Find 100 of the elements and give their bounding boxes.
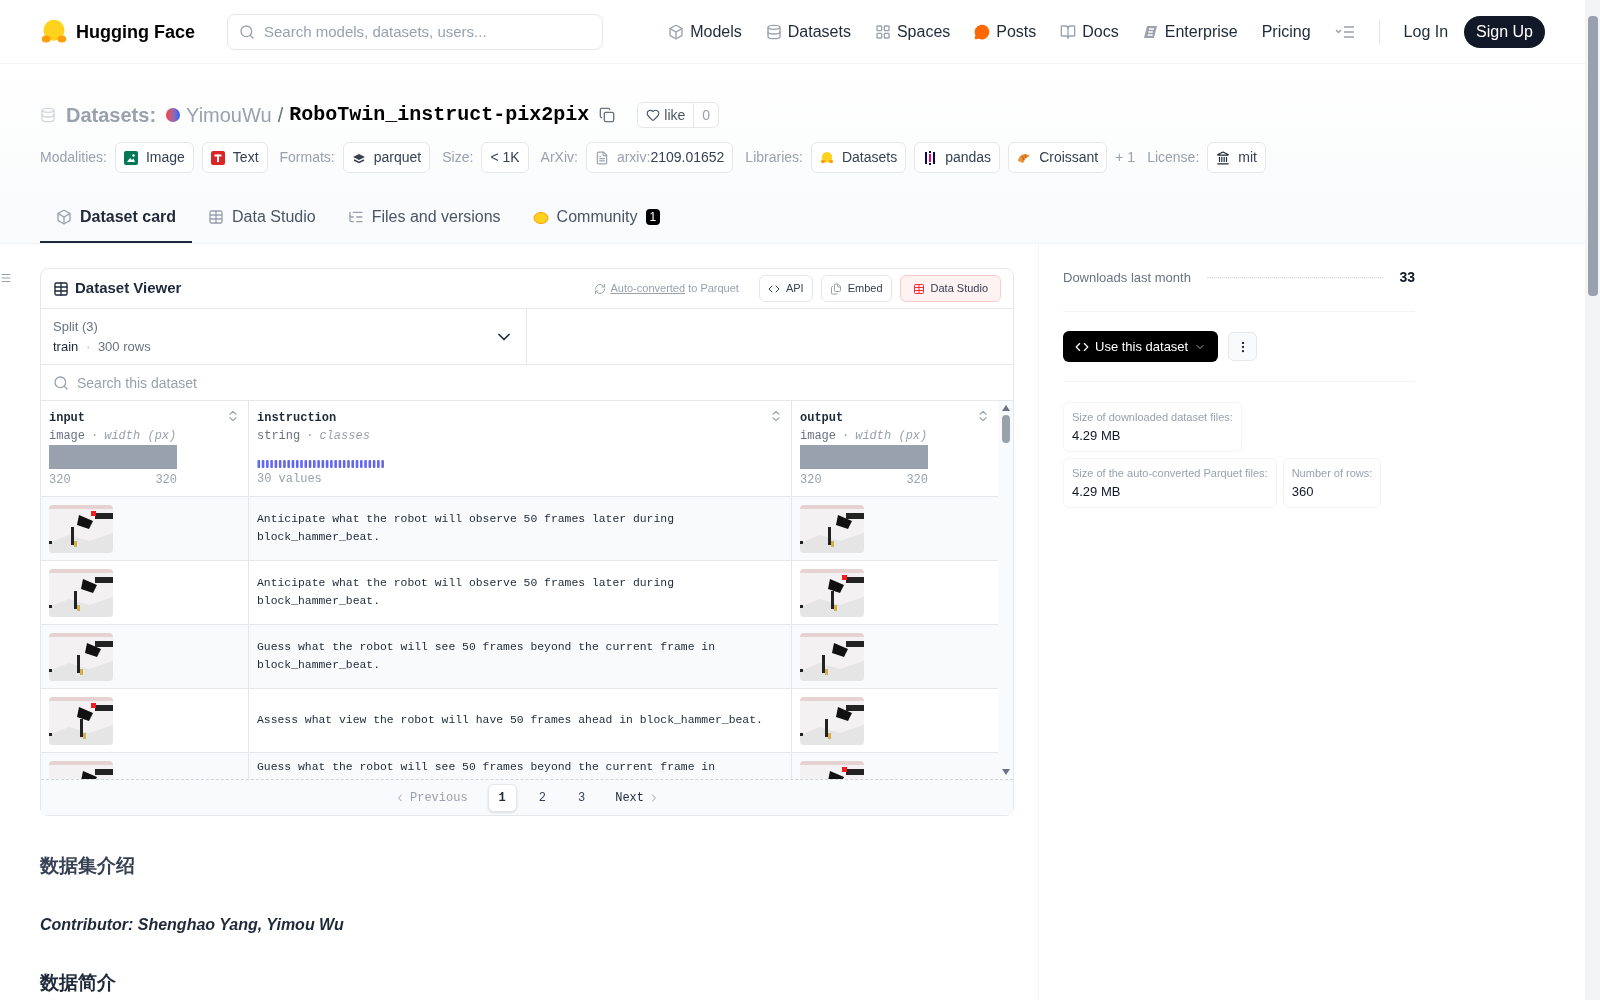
downloads-count: 33 bbox=[1399, 268, 1415, 287]
tag-chip[interactable]: Datasets bbox=[810, 142, 907, 173]
stat-card: Number of rows: 360 bbox=[1282, 458, 1382, 508]
viewer-button[interactable]: API bbox=[758, 275, 813, 302]
document-icon bbox=[594, 150, 609, 165]
menu-icon[interactable] bbox=[1334, 23, 1355, 40]
viewer-button[interactable]: Data Studio bbox=[899, 275, 1001, 302]
image-icon bbox=[123, 150, 138, 165]
column-type: string bbox=[257, 428, 301, 445]
menu-icon[interactable] bbox=[0, 272, 12, 284]
cube-icon bbox=[668, 23, 685, 40]
max-value: 320 bbox=[906, 472, 928, 489]
heart-icon bbox=[646, 108, 661, 122]
nav-link[interactable]: Spaces bbox=[874, 19, 951, 44]
tag-chip[interactable]: mit bbox=[1207, 142, 1266, 173]
search-icon bbox=[239, 23, 255, 40]
nav-link[interactable]: Posts bbox=[974, 19, 1037, 44]
nav-link[interactable]: Docs bbox=[1060, 19, 1119, 44]
scroll-thumb[interactable] bbox=[1587, 16, 1598, 296]
downloads-label: Downloads last month bbox=[1063, 268, 1191, 287]
nav-link[interactable]: Pricing bbox=[1261, 19, 1311, 44]
cube-icon bbox=[56, 209, 72, 225]
table-cell-text: Anticipate what the robot will observe 50 frames later during block_hammer_beat. bbox=[257, 512, 675, 545]
scroll-thumb[interactable] bbox=[1001, 415, 1010, 443]
column-name: input bbox=[49, 410, 85, 427]
page-button[interactable]: 2 bbox=[528, 784, 556, 811]
nav-link[interactable]: Datasets bbox=[765, 19, 851, 44]
column-type: image bbox=[49, 428, 85, 445]
datasets-label: Datasets: bbox=[66, 103, 157, 128]
table-icon bbox=[53, 280, 69, 297]
scroll-up-icon[interactable] bbox=[1001, 405, 1010, 411]
nav-link[interactable]: Enterprise bbox=[1142, 19, 1238, 44]
refresh-icon bbox=[594, 282, 607, 295]
search-icon bbox=[53, 375, 69, 391]
viewer-title: Dataset Viewer bbox=[75, 278, 182, 299]
database-icon bbox=[40, 107, 56, 123]
page-button[interactable]: 1 bbox=[487, 783, 517, 812]
split-dropdown[interactable]: Split (3) train · 300 rows bbox=[41, 309, 527, 364]
table-cell-text: Assess what view the robot will have 50 frames ahead in block_hammer_beat. bbox=[257, 712, 763, 728]
tab[interactable]: Dataset card bbox=[40, 193, 193, 243]
separator-dot: · bbox=[306, 428, 314, 445]
tag-chip[interactable]: parquet bbox=[342, 142, 431, 173]
tag-group-label: License: bbox=[1147, 148, 1200, 167]
login-link[interactable]: Log In bbox=[1403, 19, 1449, 44]
tab[interactable]: Data Studio bbox=[192, 193, 332, 243]
tag-chip[interactable]: pandas bbox=[914, 142, 1001, 173]
dataset-search-field[interactable]: Search this dataset bbox=[41, 365, 1013, 400]
copy-icon[interactable] bbox=[599, 107, 616, 123]
list-icon bbox=[347, 209, 364, 225]
column-stat: width (px) bbox=[855, 428, 928, 445]
more-button[interactable] bbox=[1228, 332, 1258, 361]
min-value: 320 bbox=[800, 472, 822, 489]
column-stat: width (px) bbox=[104, 428, 177, 445]
tab[interactable]: Community 1 bbox=[516, 193, 677, 243]
book-icon bbox=[1060, 23, 1077, 40]
tag-chip[interactable]: < 1K bbox=[481, 142, 529, 173]
bank-icon bbox=[1216, 150, 1231, 165]
converted-note: Auto-converted to Parquet bbox=[610, 281, 739, 297]
bars-icon bbox=[923, 150, 938, 165]
text-icon bbox=[210, 150, 225, 165]
tab[interactable]: Files and versions bbox=[331, 193, 517, 243]
scroll-down-icon[interactable] bbox=[1001, 769, 1010, 775]
tag-chip[interactable]: Text bbox=[201, 142, 268, 173]
contributor-text: Contributor: Shenghao Yang, Yimou Wu bbox=[40, 914, 345, 935]
tag-chip[interactable]: arxiv:2109.01652 bbox=[585, 142, 734, 173]
search-field[interactable]: Search models, datasets, users... bbox=[227, 13, 603, 50]
tag-group-label: Formats: bbox=[279, 148, 335, 167]
next-button[interactable]: Next bbox=[607, 788, 668, 807]
viewer-button[interactable]: Embed bbox=[820, 275, 892, 302]
like-count: 0 bbox=[693, 103, 719, 127]
tag-chip[interactable]: Croissant bbox=[1008, 142, 1108, 173]
brand-name[interactable]: Hugging Face bbox=[76, 17, 195, 46]
use-dataset-button[interactable]: Use this dataset bbox=[1063, 330, 1219, 363]
table-icon bbox=[208, 209, 225, 225]
signup-button[interactable]: Sign Up bbox=[1464, 15, 1545, 48]
card-heading: 数据集介绍 bbox=[40, 854, 136, 878]
tag-group-label: Size: bbox=[442, 148, 474, 167]
speech-bubble-icon bbox=[974, 23, 991, 40]
value-count: 30 values bbox=[257, 471, 323, 488]
table-cell-text: Guess what the robot will see 50 frames beyond the current frame in block_hammer_beat. bbox=[257, 640, 716, 673]
tag-group-label: ArXiv: bbox=[540, 148, 578, 167]
column-name: instruction bbox=[257, 410, 337, 427]
tag-group-label: Modalities: bbox=[40, 148, 107, 167]
tag-chip[interactable]: Image bbox=[114, 142, 194, 173]
table-cell-text: Guess what the robot will see 50 frames beyond the current frame in bbox=[257, 760, 715, 775]
max-value: 320 bbox=[155, 472, 177, 489]
column-stat: classes bbox=[319, 428, 370, 445]
path-separator: / bbox=[277, 103, 284, 128]
stat-card: Size of the auto-converted Parquet files: 4.29 MB bbox=[1063, 458, 1277, 508]
slanted-tile-icon bbox=[1142, 23, 1159, 40]
count-badge: 1 bbox=[645, 209, 661, 225]
tag-group-label: Libraries: bbox=[745, 148, 803, 167]
card-subheading: 数据简介 bbox=[40, 970, 117, 995]
files-icon bbox=[829, 282, 842, 295]
nav-link[interactable]: Models bbox=[668, 19, 742, 44]
table-icon bbox=[912, 282, 925, 295]
separator-dot: · bbox=[842, 428, 850, 445]
like-button[interactable]: like bbox=[638, 103, 694, 127]
page-button[interactable]: 3 bbox=[568, 784, 596, 811]
min-value: 320 bbox=[49, 472, 71, 489]
